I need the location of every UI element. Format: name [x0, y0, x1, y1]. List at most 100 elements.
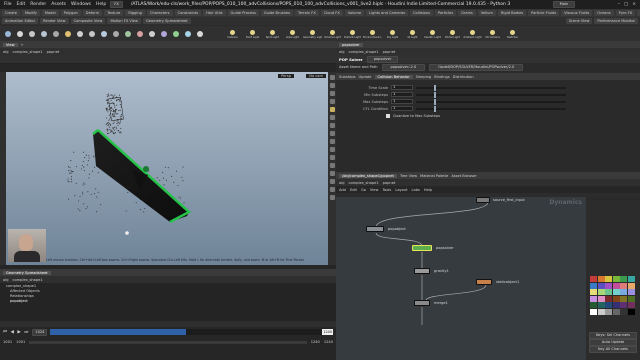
node-popobject[interactable]: [366, 226, 384, 232]
shelf-tab[interactable]: Scene View: [565, 18, 593, 24]
light-tool[interactable]: Caustic Light: [423, 29, 442, 39]
color-swatch[interactable]: [597, 276, 605, 282]
viewport-tool-icon[interactable]: [329, 179, 335, 184]
draw-curve-icon[interactable]: [110, 28, 121, 39]
menu-help[interactable]: Help: [96, 2, 106, 7]
viewport-tool-icon[interactable]: [329, 115, 335, 120]
shelf-tab[interactable]: Guide Process: [227, 10, 259, 16]
color-swatch[interactable]: [627, 308, 635, 315]
param-value-field[interactable]: 1: [391, 92, 413, 97]
range-end-field[interactable]: 1240: [311, 340, 320, 344]
node-name-field[interactable]: popsolver: [366, 55, 399, 63]
color-swatch[interactable]: [627, 289, 635, 295]
net-path-obj[interactable]: obj: [339, 181, 344, 185]
color-swatch[interactable]: [590, 289, 597, 295]
color-swatch[interactable]: [620, 295, 627, 302]
shelf-tab[interactable]: Rigging: [125, 10, 145, 16]
maximize-icon[interactable]: □: [624, 2, 628, 7]
color-swatch[interactable]: [605, 302, 612, 308]
main-desktop-button[interactable]: Main: [552, 1, 576, 8]
menu-edit[interactable]: Edit: [17, 2, 26, 7]
param-path-popnet[interactable]: popnet: [383, 50, 396, 54]
viewport-tool-icon[interactable]: [329, 83, 335, 88]
l-system-icon[interactable]: [170, 28, 181, 39]
shelf-tab[interactable]: Rigid Bodies: [497, 10, 527, 16]
end-frame-field[interactable]: 1240: [324, 340, 333, 344]
shelf-tab[interactable]: Render View: [40, 18, 69, 24]
color-swatch[interactable]: [620, 302, 627, 308]
param-subtab[interactable]: Update: [359, 75, 372, 79]
null-icon[interactable]: [62, 28, 73, 39]
net-path-popnet[interactable]: popnet: [383, 181, 396, 185]
shelf-tab[interactable]: Modify: [21, 10, 40, 16]
network-tab[interactable]: /obj/complex_shape1/popnet: [339, 173, 397, 178]
shelf-tab[interactable]: Performance Monitor: [594, 18, 638, 24]
spreadsheet-path-obj[interactable]: obj: [3, 278, 8, 282]
shelf-tab[interactable]: Volume: [344, 10, 365, 16]
shelf-tab[interactable]: Motion FX View: [107, 18, 141, 24]
network-editor[interactable]: source_first_input popobject popsolver g…: [336, 197, 586, 360]
node-staticobject[interactable]: [476, 279, 492, 285]
color-swatch[interactable]: [597, 308, 605, 315]
color-swatch[interactable]: [612, 302, 620, 308]
network-menu-item[interactable]: Add: [339, 188, 346, 192]
shelf-tab[interactable]: Particles: [434, 10, 457, 16]
light-tool[interactable]: Volume Light: [323, 29, 342, 39]
network-tab[interactable]: Material Palette: [420, 174, 448, 178]
platonic-icon[interactable]: [158, 28, 169, 39]
param-slider[interactable]: [416, 91, 566, 98]
color-swatch[interactable]: [605, 308, 612, 315]
net-path-shape[interactable]: complex_shape1: [348, 181, 378, 185]
menu-windows[interactable]: Windows: [71, 2, 91, 7]
network-menu-item[interactable]: Go: [361, 188, 366, 192]
shelf-tab[interactable]: Geometry Spreadsheet: [142, 18, 191, 24]
network-tab[interactable]: Tree View: [400, 174, 417, 178]
light-tool[interactable]: Environment Light: [363, 29, 382, 39]
keys-button[interactable]: Keys: Sel Channels: [589, 332, 637, 339]
color-swatch[interactable]: [612, 276, 620, 282]
shelf-tab[interactable]: Pyro FX: [615, 10, 636, 16]
color-swatch[interactable]: [597, 302, 605, 308]
shelf-tab[interactable]: Particle Fluids: [528, 10, 560, 16]
viewport-3d[interactable]: Persp No cam Left mouse tumbles. Ctrl+Al…: [6, 72, 328, 265]
key-all-button[interactable]: Key All Channels: [589, 346, 637, 353]
light-tool[interactable]: Switcher: [503, 29, 522, 39]
shelf-tab[interactable]: Texture: [104, 10, 124, 16]
color-swatch[interactable]: [605, 276, 612, 282]
color-swatch[interactable]: [620, 308, 627, 315]
grid-icon[interactable]: [50, 28, 61, 39]
node-popsolver[interactable]: [412, 245, 432, 251]
color-swatch[interactable]: [590, 302, 597, 308]
quantize-checkbox[interactable]: [386, 113, 390, 118]
spray-paint-icon[interactable]: [134, 28, 145, 39]
add-tab-icon[interactable]: +: [21, 43, 24, 47]
close-icon[interactable]: ×: [632, 2, 636, 7]
font-icon[interactable]: [146, 28, 157, 39]
network-menu-item[interactable]: Edit: [350, 188, 357, 192]
color-swatch[interactable]: [597, 282, 605, 289]
shelf-tab[interactable]: Deform: [82, 10, 103, 16]
shelf-tab[interactable]: Polygon: [60, 10, 81, 16]
color-swatch[interactable]: [605, 295, 612, 302]
shelf-tab[interactable]: Composite View: [70, 18, 106, 24]
shelf-tab[interactable]: Hair Utils: [203, 10, 226, 16]
light-tool[interactable]: GI Light: [403, 29, 422, 39]
color-swatch[interactable]: [590, 282, 597, 289]
light-tool[interactable]: Camera: [223, 29, 242, 39]
viewport-tool-icon[interactable]: [329, 91, 335, 96]
color-swatch[interactable]: [590, 276, 597, 282]
current-frame-field[interactable]: 1024: [32, 328, 48, 336]
light-tool[interactable]: Sky Light: [383, 29, 402, 39]
shelf-tab[interactable]: Animation Editor: [2, 18, 39, 24]
param-value-field[interactable]: 1: [391, 106, 413, 111]
menu-render[interactable]: Render: [30, 2, 46, 7]
param-path-obj[interactable]: obj: [339, 50, 344, 54]
path-popnet[interactable]: popnet: [47, 50, 60, 54]
color-swatch[interactable]: [627, 302, 635, 308]
shelf-tab[interactable]: Viscous Fluids: [561, 10, 593, 16]
viewport-tool-icon[interactable]: [329, 99, 335, 104]
tab-popsolver[interactable]: popsolver: [339, 42, 363, 47]
viewport-tool-icon[interactable]: [329, 171, 335, 176]
color-swatch[interactable]: [612, 308, 620, 315]
tab-view[interactable]: View: [3, 42, 18, 47]
